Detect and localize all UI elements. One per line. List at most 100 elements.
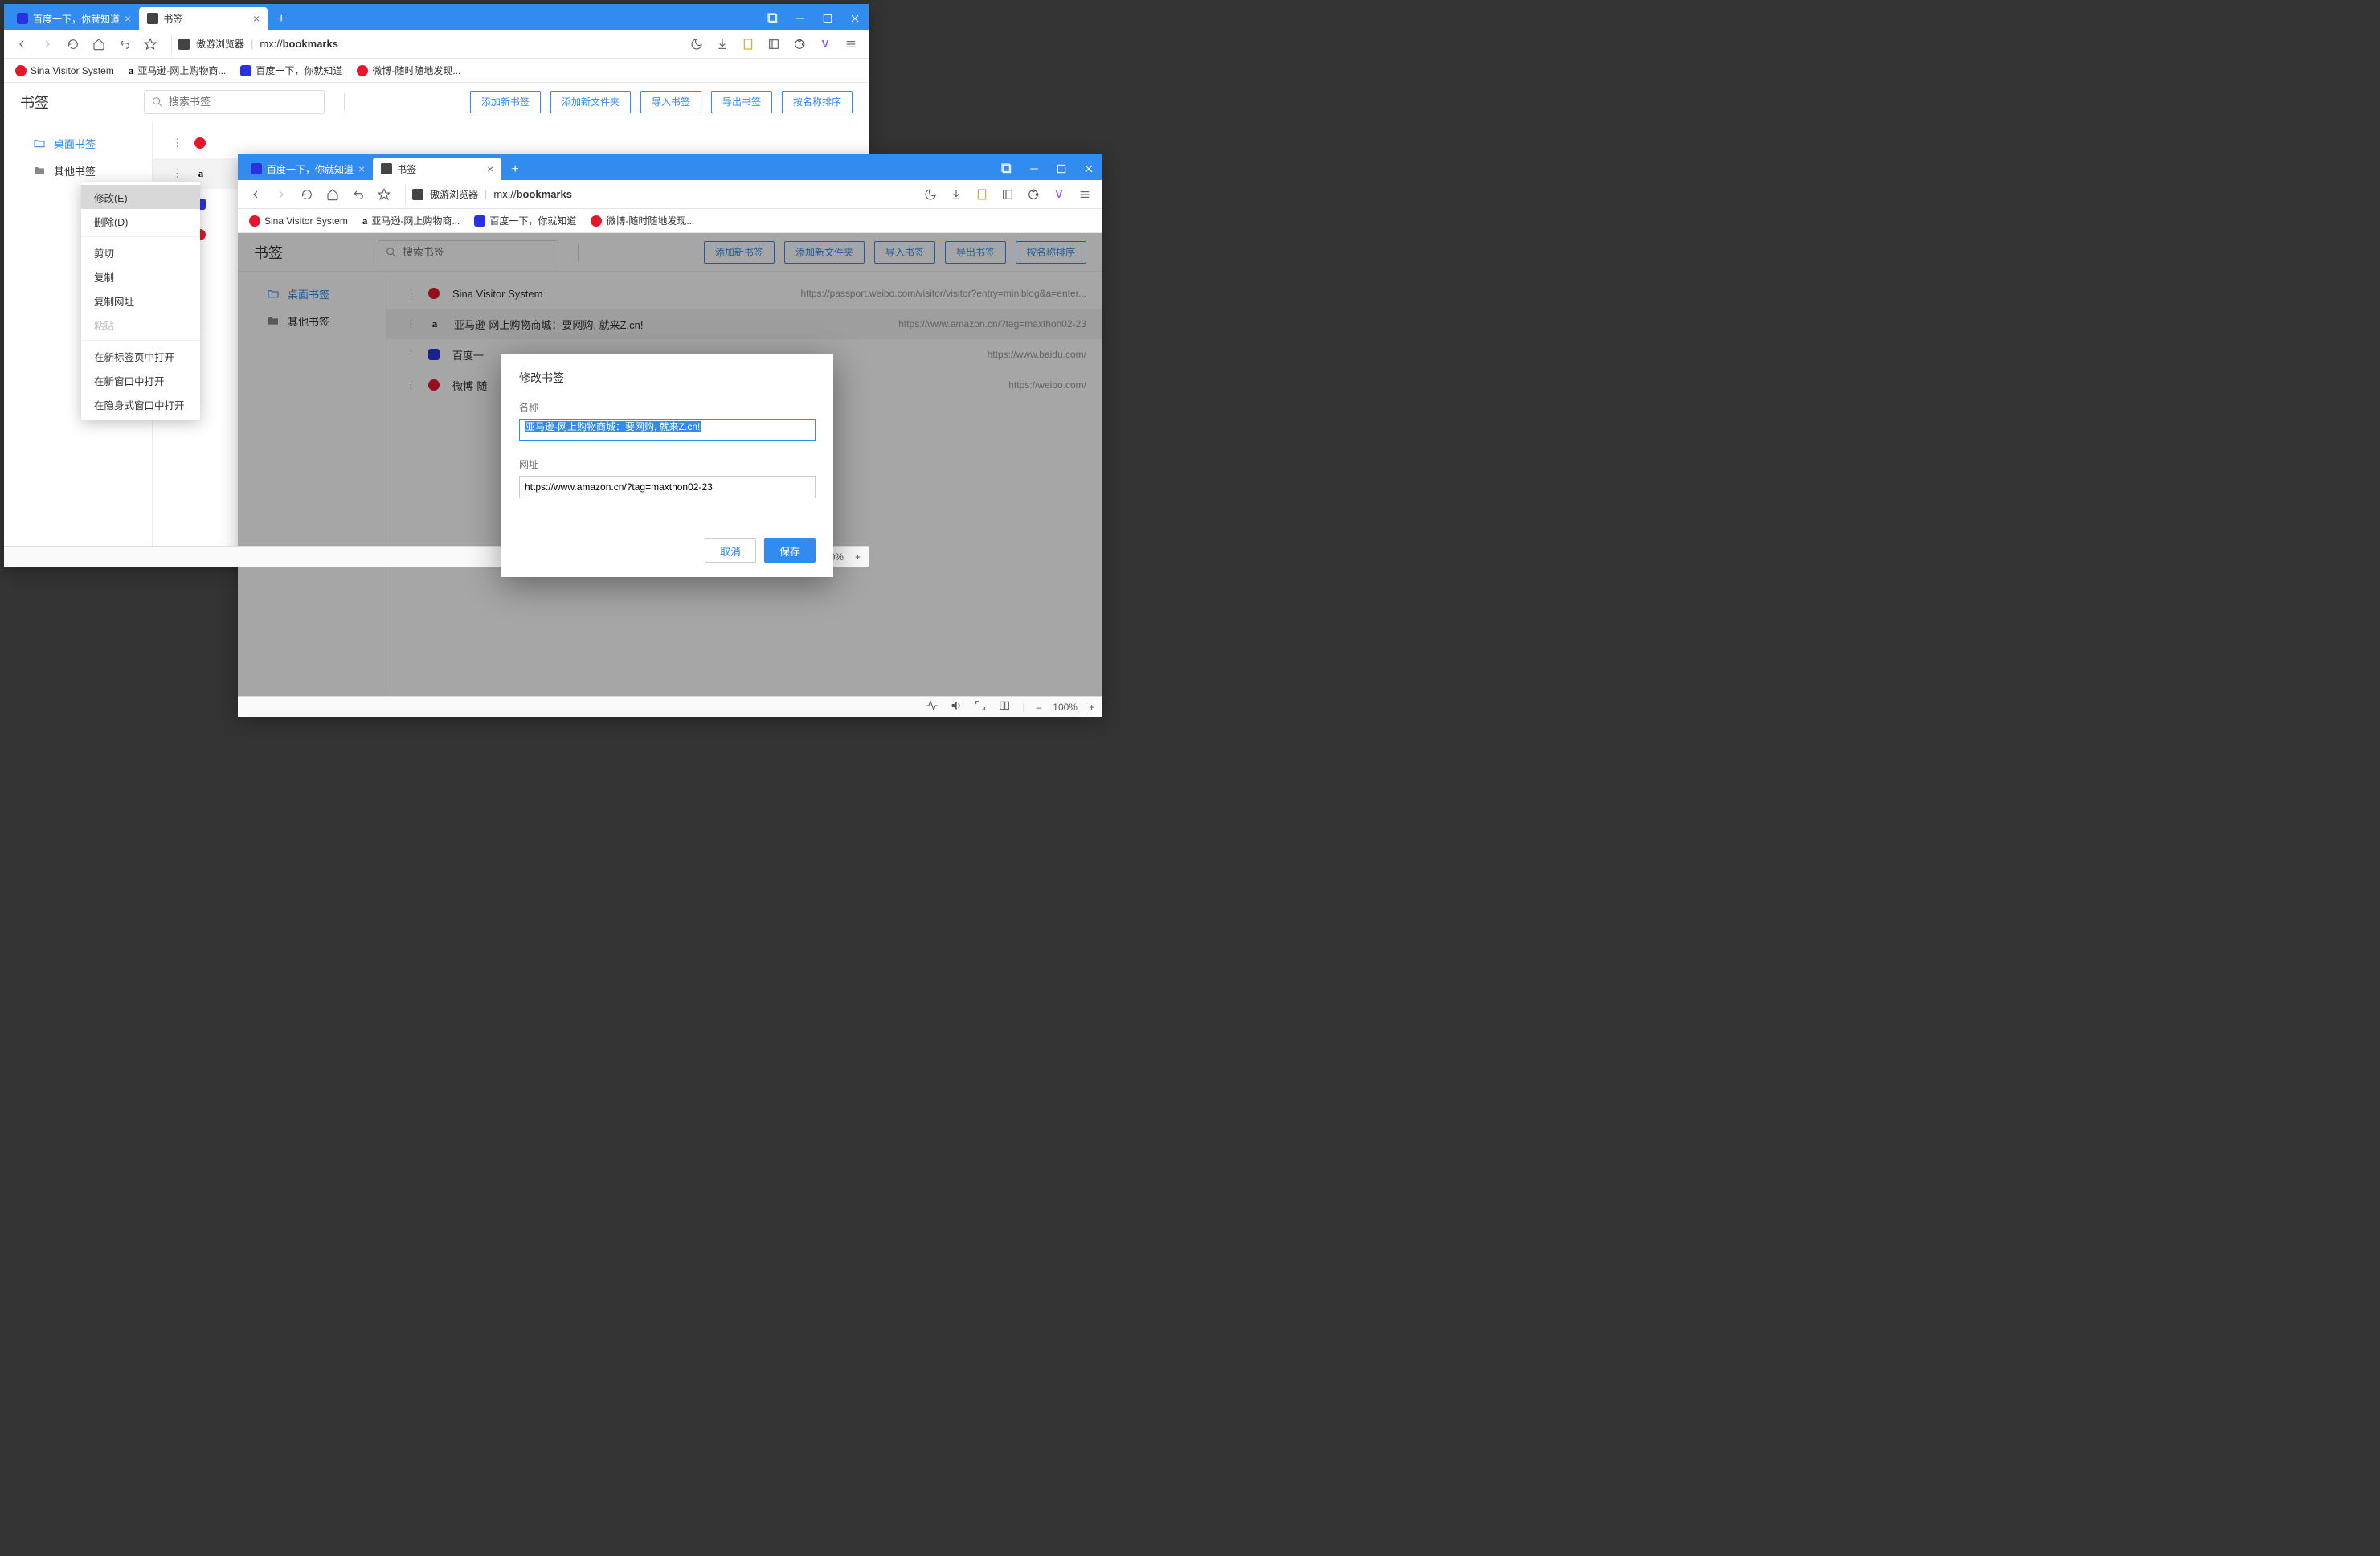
minimize-icon[interactable] [787,7,814,30]
import-button[interactable]: 导入书签 [640,91,701,113]
sidebar-icon[interactable] [763,33,785,55]
close-icon[interactable]: × [487,162,493,175]
add-folder-button[interactable]: 添加新文件夹 [550,91,631,113]
add-bookmark-button[interactable]: 添加新书签 [470,91,541,113]
bookmark-url: https://www.amazon.cn/?tag=maxthon02-23 [898,318,1086,330]
back-button[interactable] [10,33,33,55]
new-tab-button[interactable]: + [271,9,292,30]
more-icon[interactable]: ⋮ [406,348,415,361]
extension-icon[interactable] [1022,183,1045,206]
sidebar-item-desktop[interactable]: 桌面书签 [4,129,152,157]
dark-mode-icon[interactable] [919,183,942,206]
cancel-button[interactable]: 取消 [705,538,756,563]
export-button[interactable]: 导出书签 [711,91,772,113]
menu-item-copy[interactable]: 复制 [81,264,200,289]
more-icon[interactable]: ⋮ [172,137,182,149]
bookmark-bar-item[interactable]: a亚马逊-网上购物商... [362,214,460,227]
menu-button[interactable] [1073,183,1096,206]
search-input[interactable] [169,96,317,108]
new-tab-button[interactable]: + [505,159,525,180]
menu-item-copy-url[interactable]: 复制网址 [81,289,200,313]
undo-button[interactable] [113,33,136,55]
maximize-icon[interactable] [1048,158,1075,180]
maximize-icon[interactable] [814,7,841,30]
menu-item-cut[interactable]: 剪切 [81,240,200,264]
note-icon[interactable] [971,183,993,206]
tab-baidu[interactable]: 百度一下，你就知道 × [9,7,139,30]
bookmark-bar-item[interactable]: 微博-随时随地发现... [591,214,694,227]
reload-button[interactable] [62,33,84,55]
bookmark-row[interactable]: ⋮ Sina Visitor System https://passport.w… [386,278,1102,309]
bookmark-bar-item[interactable]: Sina Visitor System [249,215,348,227]
search-input[interactable] [403,246,551,258]
zoom-in-button[interactable]: + [1089,702,1094,713]
sidebar-item-desktop[interactable]: 桌面书签 [238,280,386,307]
menu-item-open-tab[interactable]: 在新标签页中打开 [81,344,200,368]
home-button[interactable] [321,183,344,206]
zoom-out-button[interactable]: – [1037,702,1042,713]
dark-mode-icon[interactable] [685,33,708,55]
activity-icon[interactable] [926,699,939,715]
sort-button[interactable]: 按名称排序 [1016,241,1086,264]
tab-bookmarks[interactable]: 书签 × [373,158,501,180]
address-bar[interactable]: 傲游浏览器 | mx://bookmarks [405,185,910,204]
bookmark-bar-item[interactable]: Sina Visitor System [15,65,114,76]
minimize-icon[interactable] [1020,158,1048,180]
export-button[interactable]: 导出书签 [945,241,1006,264]
reload-button[interactable] [296,183,318,206]
home-button[interactable] [88,33,110,55]
search-box[interactable] [144,90,325,114]
tab-baidu[interactable]: 百度一下，你就知道 × [243,158,373,180]
forward-button[interactable] [270,183,292,206]
add-bookmark-button[interactable]: 添加新书签 [704,241,775,264]
menu-item-edit[interactable]: 修改(E) [81,185,200,209]
undo-button[interactable] [347,183,370,206]
download-icon[interactable] [945,183,967,206]
more-icon[interactable]: ⋮ [406,379,415,391]
v-icon[interactable]: V [1048,183,1070,206]
bookmark-bar-item[interactable]: 百度一下，你就知道 [240,63,342,77]
menu-button[interactable] [840,33,862,55]
zoom-in-button[interactable]: + [855,551,861,563]
v-icon[interactable]: V [814,33,836,55]
fullscreen-icon[interactable] [974,699,987,715]
snapshot-icon[interactable] [993,158,1020,180]
sidebar-icon[interactable] [996,183,1019,206]
split-icon[interactable] [998,699,1011,715]
back-button[interactable] [244,183,267,206]
menu-item-open-incognito[interactable]: 在隐身式窗口中打开 [81,392,200,416]
close-icon[interactable]: × [125,12,131,25]
bookmark-row[interactable]: ⋮ a 亚马逊-网上购物商城：要网购, 就来Z.cn! https://www.… [386,309,1102,339]
extension-icon[interactable] [788,33,811,55]
bookmark-bar-item[interactable]: 微博-随时随地发现... [357,63,460,77]
bookmark-bar-item[interactable]: a亚马逊-网上购物商... [129,63,227,77]
menu-item-delete[interactable]: 删除(D) [81,209,200,233]
sidebar-item-other[interactable]: 其他书签 [238,307,386,334]
sort-button[interactable]: 按名称排序 [782,91,853,113]
add-folder-button[interactable]: 添加新文件夹 [784,241,865,264]
search-box[interactable] [378,240,558,264]
tab-bookmarks[interactable]: 书签 × [139,7,268,30]
name-input[interactable]: 亚马逊-网上购物商城：要网购, 就来Z.cn! [519,419,816,441]
note-icon[interactable] [737,33,759,55]
more-icon[interactable]: ⋮ [406,287,415,300]
menu-item-open-window[interactable]: 在新窗口中打开 [81,368,200,392]
close-icon[interactable]: × [358,162,365,175]
forward-button[interactable] [36,33,59,55]
star-button[interactable] [139,33,162,55]
more-icon[interactable]: ⋮ [406,317,415,330]
close-window-icon[interactable] [841,7,869,30]
star-button[interactable] [373,183,395,206]
close-icon[interactable]: × [253,12,260,25]
snapshot-icon[interactable] [759,7,787,30]
volume-icon[interactable] [950,699,963,715]
download-icon[interactable] [711,33,734,55]
url-input[interactable] [519,476,816,498]
import-button[interactable]: 导入书签 [874,241,935,264]
more-icon[interactable]: ⋮ [172,167,182,180]
sidebar-item-other[interactable]: 其他书签 [4,157,152,184]
address-bar[interactable]: 傲游浏览器 | mx://bookmarks [171,35,676,54]
close-window-icon[interactable] [1075,158,1102,180]
save-button[interactable]: 保存 [764,538,816,563]
bookmark-bar-item[interactable]: 百度一下，你就知道 [474,214,576,227]
